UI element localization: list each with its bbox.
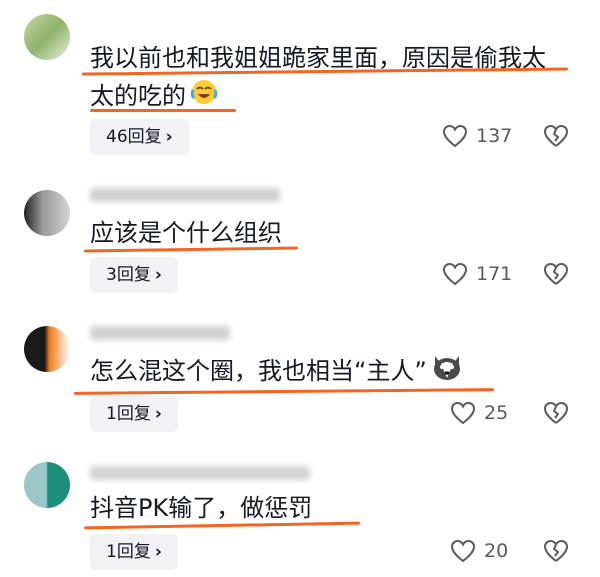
- broken-heart-icon: [544, 540, 568, 562]
- like-button[interactable]: 171: [442, 262, 512, 286]
- reply-count-label: 46回复: [106, 127, 162, 147]
- dislike-button[interactable]: [543, 539, 569, 567]
- view-replies-button[interactable]: 3回复 ›: [90, 257, 178, 293]
- heart-outline-icon: [442, 262, 468, 286]
- chevron-right-icon: ›: [154, 265, 162, 285]
- broken-heart-icon: [544, 263, 568, 285]
- comment-text: 应该是个什么组织: [90, 219, 282, 247]
- like-count: 171: [476, 263, 513, 285]
- chevron-right-icon: ›: [165, 127, 173, 147]
- reply-count-label: 1回复: [106, 404, 151, 424]
- view-replies-button[interactable]: 46回复 ›: [90, 119, 189, 155]
- dislike-button[interactable]: [543, 401, 569, 429]
- reply-count-label: 3回复: [106, 265, 151, 285]
- avatar[interactable]: [24, 14, 70, 60]
- reply-count-label: 1回复: [106, 542, 151, 562]
- like-button[interactable]: 20: [450, 539, 508, 563]
- user-meta: [90, 466, 310, 480]
- dislike-button[interactable]: [543, 262, 569, 290]
- avatar[interactable]: [24, 326, 70, 372]
- comment-text-label: 怎么混这个圈，我也相当“主人”: [90, 357, 427, 385]
- view-replies-button[interactable]: 1回复 ›: [90, 396, 178, 432]
- user-meta: [90, 188, 280, 202]
- heart-outline-icon: [450, 401, 476, 425]
- husky-dog-emoji-icon: [431, 352, 463, 392]
- view-replies-button[interactable]: 1回复 ›: [90, 534, 178, 570]
- heart-outline-icon: [450, 539, 476, 563]
- avatar[interactable]: [24, 190, 70, 236]
- like-count: 137: [476, 125, 513, 147]
- like-count: 25: [484, 402, 509, 424]
- comment-text: 怎么混这个圈，我也相当“主人”: [90, 352, 463, 392]
- comment-text: 抖音PK输了，做惩罚: [90, 494, 313, 522]
- like-button[interactable]: 137: [442, 124, 512, 148]
- user-meta: [90, 326, 230, 340]
- like-count: 20: [484, 540, 509, 562]
- chevron-right-icon: ›: [154, 542, 162, 562]
- dislike-button[interactable]: [543, 124, 569, 152]
- avatar[interactable]: [24, 462, 70, 508]
- heart-outline-icon: [442, 124, 468, 148]
- like-button[interactable]: 25: [450, 401, 508, 425]
- broken-heart-icon: [544, 402, 568, 424]
- highlight-underline: [90, 109, 236, 112]
- broken-heart-icon: [544, 125, 568, 147]
- comment-text-line-2-label: 太的吃的: [90, 82, 186, 110]
- chevron-right-icon: ›: [154, 404, 162, 424]
